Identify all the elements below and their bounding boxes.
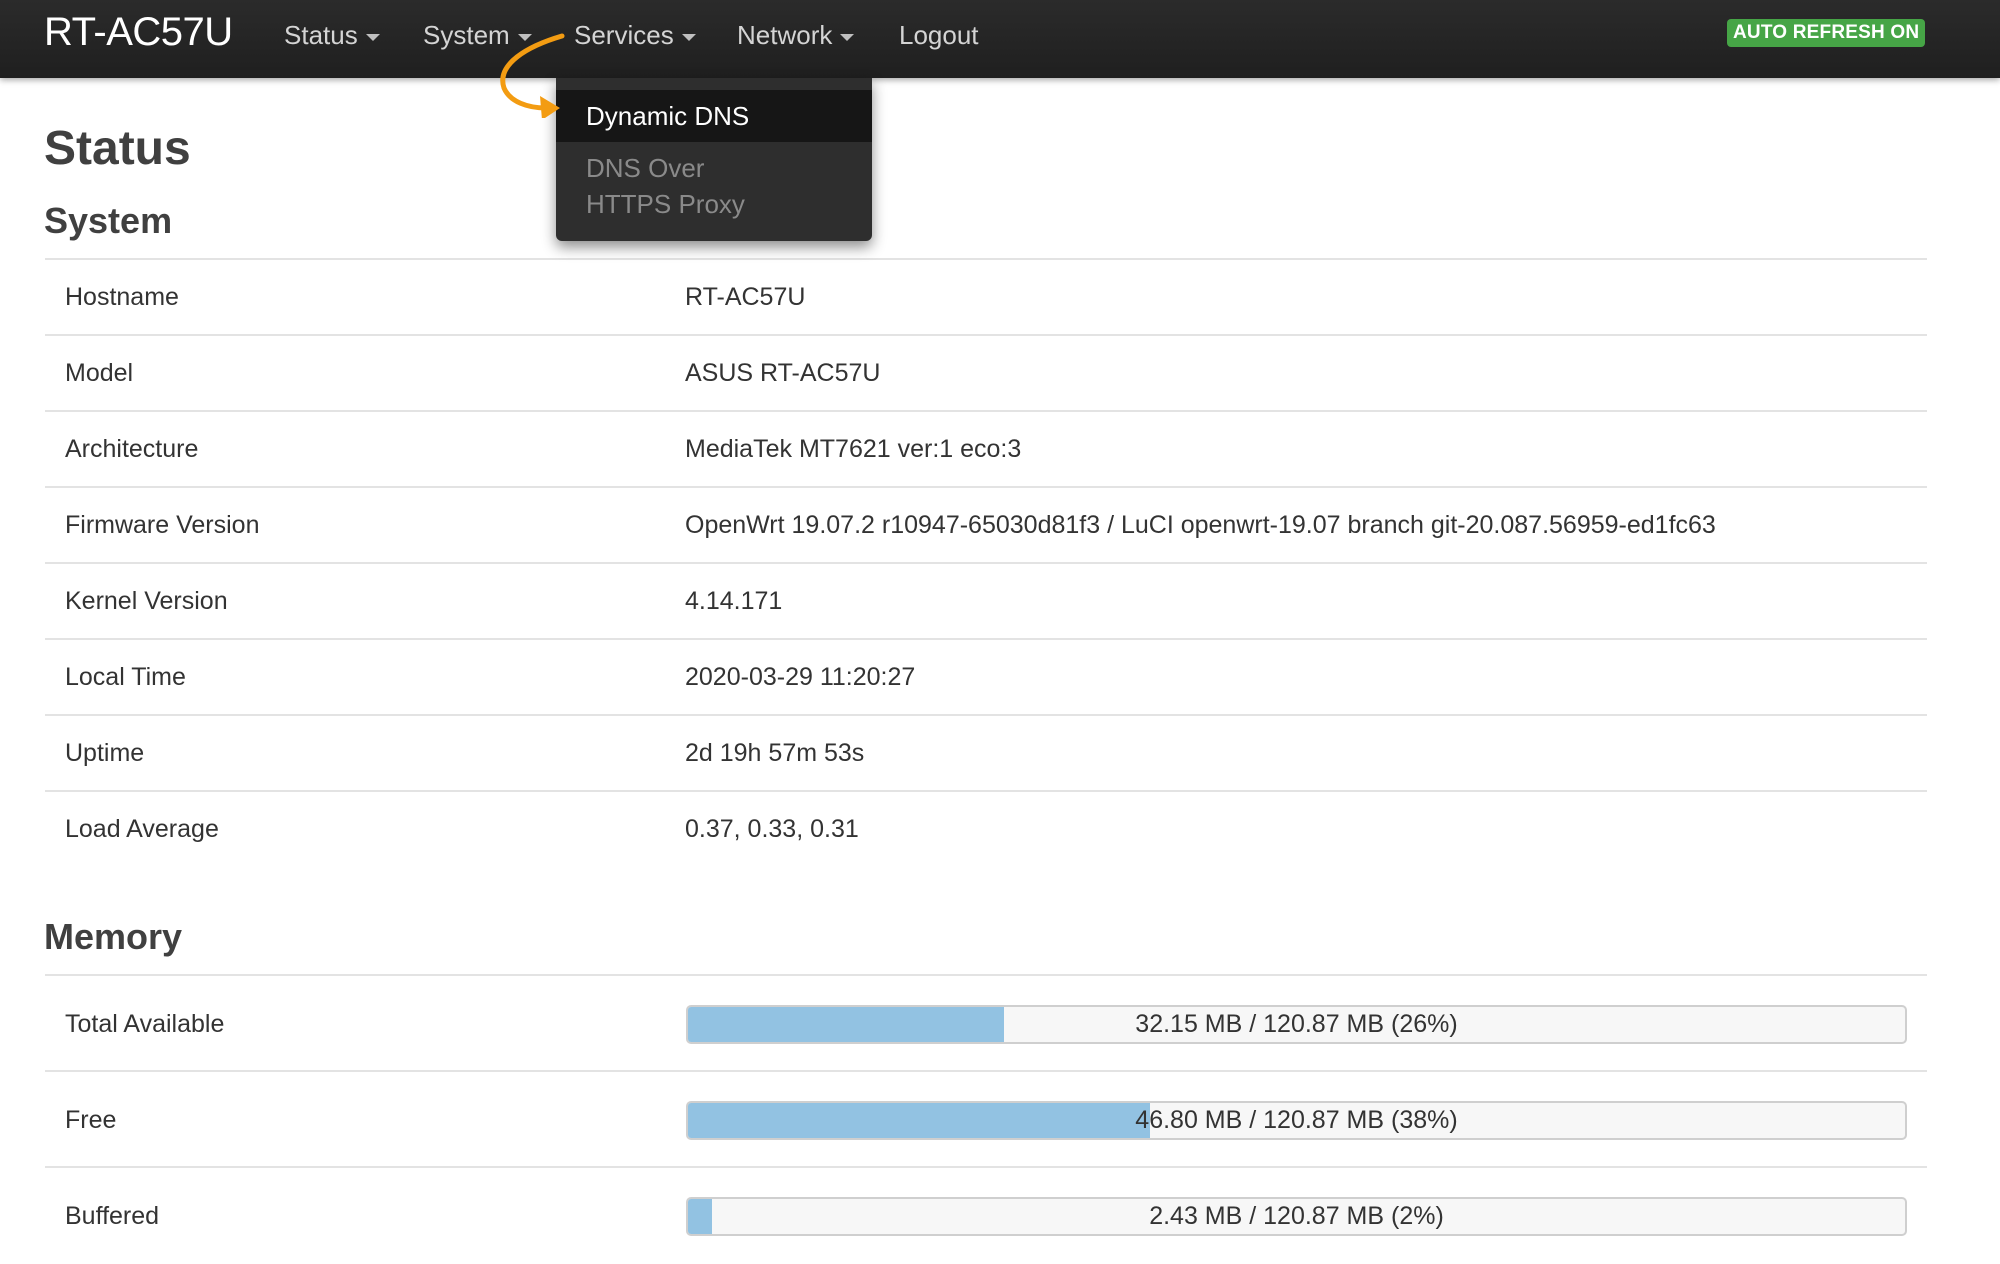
- section-title-system: System: [44, 200, 173, 241]
- menu-status-label: Status: [284, 20, 358, 50]
- dropdown-item-dns-over-https-proxy[interactable]: DNS Over HTTPS Proxy: [556, 150, 796, 222]
- menu-logout-label: Logout: [899, 20, 979, 50]
- memory-progress-bar: 32.15 MB / 120.87 MB (26%): [686, 1005, 1907, 1044]
- services-dropdown-menu: Dynamic DNS DNS Over HTTPS Proxy: [556, 78, 872, 241]
- progress-text: 2.43 MB / 120.87 MB (2%): [1149, 1202, 1444, 1230]
- brand-logo[interactable]: RT-AC57U: [44, 10, 233, 55]
- table-row: Firmware Version OpenWrt 19.07.2 r10947-…: [45, 486, 1927, 562]
- memory-progress-bar: 46.80 MB / 120.87 MB (38%): [686, 1101, 1907, 1140]
- row-value: RT-AC57U: [685, 283, 806, 311]
- menu-network-label: Network: [737, 20, 833, 50]
- row-value: 2d 19h 57m 53s: [685, 739, 865, 767]
- table-row: Model ASUS RT-AC57U: [45, 334, 1927, 410]
- caret-down-icon: [681, 33, 696, 41]
- row-label: Free: [65, 1106, 117, 1134]
- row-value: ASUS RT-AC57U: [685, 359, 881, 387]
- table-row: Free 46.80 MB / 120.87 MB (38%): [45, 1070, 1927, 1166]
- row-value: 2020-03-29 11:20:27: [685, 663, 916, 691]
- table-row: Kernel Version 4.14.171: [45, 562, 1927, 638]
- row-value: 4.14.171: [685, 587, 783, 615]
- progress-text: 32.15 MB / 120.87 MB (26%): [1135, 1010, 1458, 1038]
- caret-down-icon: [365, 33, 380, 41]
- memory-table: Total Available 32.15 MB / 120.87 MB (26…: [45, 974, 1927, 1262]
- row-label: Uptime: [65, 739, 145, 767]
- table-row: Total Available 32.15 MB / 120.87 MB (26…: [45, 974, 1927, 1070]
- menu-logout[interactable]: Logout: [899, 20, 979, 51]
- dropdown-item-dynamic-dns[interactable]: Dynamic DNS: [556, 90, 872, 142]
- table-row: Hostname RT-AC57U: [45, 258, 1927, 334]
- auto-refresh-badge[interactable]: AUTO REFRESH ON: [1727, 19, 1926, 47]
- table-row: Load Average 0.37, 0.33, 0.31: [45, 790, 1927, 866]
- row-value: 0.37, 0.33, 0.31: [685, 815, 859, 843]
- menu-services[interactable]: Services: [574, 20, 696, 51]
- row-label: Local Time: [65, 663, 186, 691]
- progress-text: 46.80 MB / 120.87 MB (38%): [1135, 1106, 1458, 1134]
- table-row: Buffered 2.43 MB / 120.87 MB (2%): [45, 1166, 1927, 1262]
- table-row: Architecture MediaTek MT7621 ver:1 eco:3: [45, 410, 1927, 486]
- row-label: Total Available: [65, 1010, 225, 1038]
- menu-network[interactable]: Network: [737, 20, 855, 51]
- memory-progress-bar: 2.43 MB / 120.87 MB (2%): [686, 1197, 1907, 1236]
- system-info-table: Hostname RT-AC57U Model ASUS RT-AC57U Ar…: [45, 258, 1927, 866]
- row-value: MediaTek MT7621 ver:1 eco:3: [685, 435, 1022, 463]
- top-navbar: RT-AC57U Status System Services Network …: [0, 0, 2000, 78]
- row-label: Model: [65, 359, 134, 387]
- menu-status[interactable]: Status: [284, 20, 380, 51]
- page-title: Status: [44, 122, 191, 175]
- row-label: Load Average: [65, 815, 219, 843]
- row-label: Hostname: [65, 283, 179, 311]
- table-row: Local Time 2020-03-29 11:20:27: [45, 638, 1927, 714]
- caret-down-icon: [840, 33, 855, 41]
- row-label: Firmware Version: [65, 511, 260, 539]
- menu-services-label: Services: [574, 20, 674, 50]
- row-label: Architecture: [65, 435, 199, 463]
- table-row: Uptime 2d 19h 57m 53s: [45, 714, 1927, 790]
- section-title-memory: Memory: [44, 916, 183, 957]
- curved-arrow-icon: [500, 33, 565, 118]
- row-label: Kernel Version: [65, 587, 228, 615]
- row-value: OpenWrt 19.07.2 r10947-65030d81f3 / LuCI…: [685, 511, 1716, 539]
